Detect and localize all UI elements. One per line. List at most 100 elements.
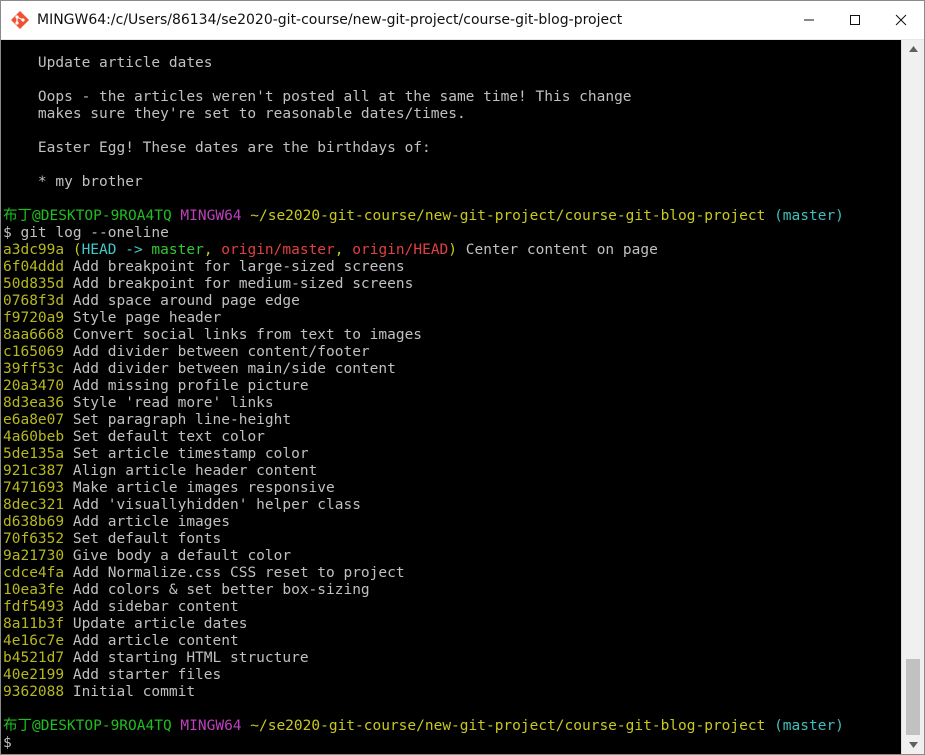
scroll-down-button[interactable] — [902, 736, 924, 754]
scrollbar-thumb[interactable] — [906, 659, 920, 735]
commit-message: Add breakpoint for medium-sized screens — [72, 276, 414, 292]
close-icon — [895, 14, 907, 26]
commit-message: Add starting HTML structure — [72, 650, 309, 666]
head-ref: HEAD -> — [81, 242, 152, 258]
commit-message-line — [3, 123, 844, 140]
commit-message: Style 'read more' links — [72, 395, 274, 411]
commit-row: cdce4fa Add Normalize.css CSS reset to p… — [3, 565, 844, 582]
commit-hash: b4521d7 — [3, 650, 65, 666]
commit-message: Center content on page — [465, 242, 658, 258]
commit-hash: 7471693 — [3, 480, 65, 496]
commit-hash: 20a3470 — [3, 378, 65, 394]
commit-message-line: Easter Egg! These dates are the birthday… — [3, 140, 431, 156]
scroll-down-arrow-icon — [908, 742, 918, 748]
commit-message-line — [3, 72, 844, 89]
commit-message: Make article images responsive — [72, 480, 335, 496]
commit-row: 6f04ddd Add breakpoint for large-sized s… — [3, 259, 844, 276]
terminal-output[interactable]: Update article dates Oops - the articles… — [1, 40, 902, 754]
commit-message: Set default fonts — [72, 531, 222, 547]
commit-hash: 40e2199 — [3, 667, 65, 683]
close-button[interactable] — [878, 1, 924, 39]
commit-hash: 39ff53c — [3, 361, 65, 377]
commit-hash: fdf5493 — [3, 599, 65, 615]
maximize-button[interactable] — [832, 1, 878, 39]
commit-hash: 5de135a — [3, 446, 65, 462]
commit-message: Add article content — [72, 633, 239, 649]
commit-row: e6a8e07 Set paragraph line-height — [3, 412, 844, 429]
commit-hash: f9720a9 — [3, 310, 65, 326]
commit-row: 40e2199 Add starter files — [3, 667, 844, 684]
commit-row: 0768f3d Add space around page edge — [3, 293, 844, 310]
commit-message: Set article timestamp color — [72, 446, 309, 462]
commit-message-line — [3, 157, 844, 174]
prompt-env: MINGW64 — [180, 208, 242, 224]
commit-row: 70f6352 Set default fonts — [3, 531, 844, 548]
commit-message: Add divider between main/side content — [72, 361, 396, 377]
commit-row: f9720a9 Style page header — [3, 310, 844, 327]
prompt-path: ~/se2020-git-course/new-git-project/cour… — [250, 718, 766, 734]
vertical-scrollbar[interactable] — [901, 40, 924, 754]
prompt-line — [3, 701, 844, 718]
scroll-up-button[interactable] — [902, 40, 924, 58]
minimize-icon — [804, 19, 814, 21]
commit-row: 7471693 Make article images responsive — [3, 480, 844, 497]
commit-hash: 4a60beb — [3, 429, 65, 445]
prompt-line: 布丁@DESKTOP-9ROA4TQ MINGW64 ~/se2020-git-… — [3, 718, 844, 735]
commit-list: 6f04ddd Add breakpoint for large-sized s… — [3, 259, 844, 701]
commit-row: 8dec321 Add 'visuallyhidden' helper clas… — [3, 497, 844, 514]
remote-head-ref: origin/HEAD — [352, 242, 449, 258]
minimize-button[interactable] — [786, 1, 832, 39]
commit-message-line: Update article dates — [3, 55, 213, 71]
commit-hash: a3dc99a — [3, 242, 65, 258]
title-bar[interactable]: MINGW64:/c/Users/86134/se2020-git-course… — [1, 1, 924, 40]
commit-message: Add colors & set better box-sizing — [72, 582, 370, 598]
commit-message: Initial commit — [72, 684, 196, 700]
commit-hash: 10ea3fe — [3, 582, 65, 598]
commit-message: Add article images — [72, 514, 230, 530]
commit-message: Add space around page edge — [72, 293, 300, 309]
commit-row: fdf5493 Add sidebar content — [3, 599, 844, 616]
commit-message: Add starter files — [72, 667, 222, 683]
commit-row: d638b69 Add article images — [3, 514, 844, 531]
commit-message: Update article dates — [72, 616, 248, 632]
git-bash-icon — [11, 11, 29, 29]
ref-separator: , — [334, 242, 353, 258]
command-line: $ git log --oneline — [3, 225, 169, 241]
commit-row: c165069 Add divider between content/foot… — [3, 344, 844, 361]
commit-row: 10ea3fe Add colors & set better box-sizi… — [3, 582, 844, 599]
commit-row: 9a21730 Give body a default color — [3, 548, 844, 565]
commit-hash: cdce4fa — [3, 565, 65, 581]
commit-message: Add 'visuallyhidden' helper class — [72, 497, 361, 513]
commit-message: Set default text color — [72, 429, 265, 445]
ref-separator: , — [203, 242, 222, 258]
prompt-env: MINGW64 — [180, 718, 242, 734]
remote-branch-ref: origin/master — [221, 242, 335, 258]
terminal-window: MINGW64:/c/Users/86134/se2020-git-course… — [0, 0, 925, 755]
commit-message: Style page header — [72, 310, 222, 326]
commit-hash: 8aa6668 — [3, 327, 65, 343]
commit-message: Add divider between content/footer — [72, 344, 370, 360]
commit-row: 20a3470 Add missing profile picture — [3, 378, 844, 395]
commit-row: 9362088 Initial commit — [3, 684, 844, 701]
prompt-branch: (master) — [774, 718, 844, 734]
commit-message-line: Oops - the articles weren't posted all a… — [3, 89, 632, 105]
commit-message: Convert social links from text to images — [72, 327, 423, 343]
maximize-icon — [850, 15, 860, 25]
commit-row: 50d835d Add breakpoint for medium-sized … — [3, 276, 844, 293]
commit-hash: d638b69 — [3, 514, 65, 530]
commit-hash: 8d3ea36 — [3, 395, 65, 411]
commit-hash: c165069 — [3, 344, 65, 360]
commit-row: 4a60beb Set default text color — [3, 429, 844, 446]
window-controls — [786, 1, 924, 39]
prompt-path: ~/se2020-git-course/new-git-project/cour… — [250, 208, 766, 224]
commit-row: 39ff53c Add divider between main/side co… — [3, 361, 844, 378]
prompt-branch: (master) — [774, 208, 844, 224]
input-prompt[interactable]: $ — [3, 735, 844, 752]
terminal-lines: Update article dates Oops - the articles… — [3, 55, 844, 752]
commit-message-line — [3, 191, 844, 208]
commit-message: Add Normalize.css CSS reset to project — [72, 565, 405, 581]
prompt-user: 布丁@DESKTOP-9ROA4TQ — [3, 718, 172, 734]
commit-message: Add sidebar content — [72, 599, 239, 615]
commit-hash: 6f04ddd — [3, 259, 65, 275]
commit-message-line: * my brother — [3, 174, 143, 190]
